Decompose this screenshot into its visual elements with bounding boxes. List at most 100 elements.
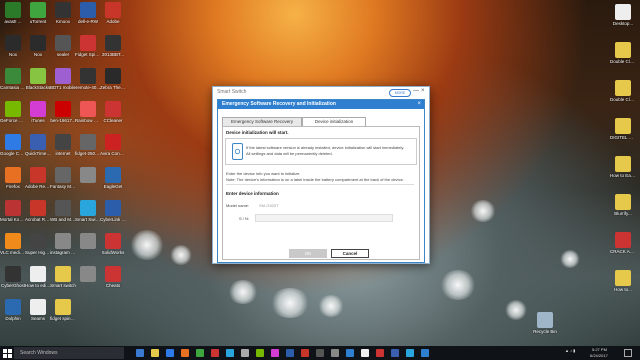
window-titlebar[interactable]: Smart Switch MORE — × (213, 87, 429, 98)
taskbar-app-icon[interactable] (301, 349, 309, 357)
taskbar-app-icon[interactable] (331, 349, 339, 357)
taskbar-app-icon[interactable] (136, 349, 144, 357)
desktop-icon[interactable] (75, 266, 101, 283)
desktop-icon[interactable]: 2013BBT... (100, 35, 126, 57)
minimize-button[interactable]: — (413, 88, 419, 94)
desktop-icon[interactable]: VLC media player (0, 233, 26, 255)
app-icon (55, 2, 71, 18)
desktop-icon[interactable]: Seams (25, 299, 51, 321)
ok-button[interactable]: OK (289, 249, 327, 258)
taskbar-app-icon[interactable] (421, 349, 429, 357)
action-center-icon[interactable] (624, 349, 632, 357)
desktop-icon[interactable]: Firefox (0, 167, 26, 189)
taskbar-app-icon[interactable] (286, 349, 294, 357)
desktop-icon[interactable]: uTorrent (25, 2, 51, 24)
taskbar-app-icon[interactable] (151, 349, 159, 357)
desktop-icon[interactable]: CCleaner (100, 101, 126, 123)
desktop-icon[interactable]: Dolphin (0, 299, 26, 321)
desktop-icon[interactable]: CRACK Any Android... (610, 232, 636, 254)
desktop-icon[interactable]: Cheats (100, 266, 126, 288)
desktop-icon[interactable]: GeForce Experience (0, 101, 26, 123)
taskbar-app-icon[interactable] (271, 349, 279, 357)
taskbar-app-icon[interactable] (166, 349, 174, 357)
desktop-icon[interactable]: Fantasy Mobile... (50, 167, 76, 189)
taskbar-app-icon[interactable] (406, 349, 414, 357)
desktop-icon[interactable]: avast! ... (0, 2, 26, 24)
taskbar-app-icon[interactable] (391, 349, 399, 357)
more-button[interactable]: MORE (389, 89, 411, 97)
cancel-button[interactable]: Cancel (331, 249, 369, 258)
desktop-icon[interactable]: instagram fidget... (50, 233, 76, 255)
app-icon (55, 233, 71, 249)
desktop-icon-label: QuickTime Player (25, 151, 51, 156)
desktop-icon[interactable]: Blurrify... (610, 194, 636, 216)
taskbar-app-icon[interactable] (316, 349, 324, 357)
taskbar-search-box[interactable]: Search Windows (14, 347, 124, 359)
serial-number-input[interactable] (255, 214, 393, 222)
desktop-icon[interactable]: Camtasia Studio 8 (0, 68, 26, 90)
desktop-icon[interactable]: Double Clean Master Boo... (610, 80, 636, 102)
desktop-icon[interactable]: dell-e-RW (75, 2, 101, 24)
taskbar-app-icon[interactable] (241, 349, 249, 357)
desktop-icon[interactable]: fidget-2506... (75, 134, 101, 156)
desktop-icon[interactable]: Double Clean Master Boos... (610, 42, 636, 64)
desktop-icon[interactable]: Adobe (100, 2, 126, 24)
desktop-icon[interactable]: Nox (0, 35, 26, 57)
desktop-icon[interactable]: SolidWorks (100, 233, 126, 255)
desktop-icon[interactable]: Desktop... (610, 4, 636, 26)
taskbar-app-icon[interactable] (376, 349, 384, 357)
desktop-icon[interactable]: QuickTime Player (25, 134, 51, 156)
desktop-icon[interactable]: BDT1 mobile (50, 68, 76, 90)
desktop-icon[interactable]: Google Chrome (0, 134, 26, 156)
desktop-icon[interactable]: CyberLink YouCam 5 (100, 200, 126, 222)
app-icon (5, 299, 21, 315)
close-button[interactable]: × (421, 88, 425, 94)
desktop-icon-label: CRACK Any Android... (610, 249, 636, 254)
desktop-icon-label: Avira Connect (100, 151, 126, 156)
taskbar-app-icon[interactable] (361, 349, 369, 357)
desktop-icon[interactable]: internet (50, 134, 76, 156)
desktop-icon[interactable]: CyberGhost (0, 266, 26, 288)
desktop-icon[interactable]: How to... (610, 270, 636, 292)
desktop-icon[interactable]: Nox (25, 35, 51, 57)
desktop-icon[interactable]: Avira Connect (100, 134, 126, 156)
desktop-icon[interactable]: Smart switch (50, 266, 76, 288)
desktop-icon[interactable]: Acrobat Reader DC (25, 200, 51, 222)
clock-time[interactable]: 5:27 PM (592, 347, 607, 352)
taskbar-app-icon[interactable] (256, 349, 264, 357)
desktop-icon[interactable]: Mortal Kombat X (0, 200, 26, 222)
desktop-icon[interactable]: ben-16617... (50, 101, 76, 123)
desktop-icon[interactable]: iTunes (25, 101, 51, 123)
desktop-icon[interactable]: Adobe Reader... (25, 167, 51, 189)
desktop-icon[interactable]: remote-40... (75, 68, 101, 90)
recycle-bin-icon[interactable]: Recycle Bin (532, 312, 558, 334)
dandelion (270, 288, 310, 318)
model-name-field[interactable]: SM-G920T (255, 201, 393, 209)
desktop-icon[interactable]: Zebra The Animal... (100, 68, 126, 90)
dandelion (505, 300, 527, 320)
taskbar-app-icon[interactable] (181, 349, 189, 357)
desktop-icon[interactable] (75, 167, 101, 184)
desktop-icon[interactable] (75, 233, 101, 250)
desktop-icon[interactable]: Super High... (25, 233, 51, 255)
dialog-close-icon[interactable]: × (417, 100, 421, 109)
clock-date[interactable]: 6/24/2017 (590, 353, 608, 358)
desktop-icon[interactable]: DIGITEL ST Plus Andro... (610, 118, 636, 140)
desktop-icon[interactable]: Smart Switch (75, 200, 101, 222)
taskbar-app-icon[interactable] (196, 349, 204, 357)
taskbar-app-icon[interactable] (346, 349, 354, 357)
desktop-icon[interactable]: How to Easily install a To... (610, 156, 636, 178)
tray-icons[interactable]: ▲ ♪ ▮ (565, 348, 575, 353)
desktop-icon[interactable]: WB and Mobile... (50, 200, 76, 222)
start-button[interactable] (0, 346, 14, 360)
desktop-icon[interactable]: How to edit... (25, 266, 51, 288)
desktop-icon[interactable]: fidget spinner (50, 299, 76, 321)
desktop-icon[interactable]: sealer (50, 35, 76, 57)
taskbar-app-icon[interactable] (211, 349, 219, 357)
desktop-icon[interactable]: EagleGet (100, 167, 126, 189)
desktop-icon[interactable]: BlackStacks (25, 68, 51, 90)
desktop-icon[interactable]: Fidget Spinner (75, 35, 101, 57)
desktop-icon[interactable]: Kmoox (50, 2, 76, 24)
taskbar-app-icon[interactable] (226, 349, 234, 357)
desktop-icon[interactable]: Rainbow Fidget... (75, 101, 101, 123)
